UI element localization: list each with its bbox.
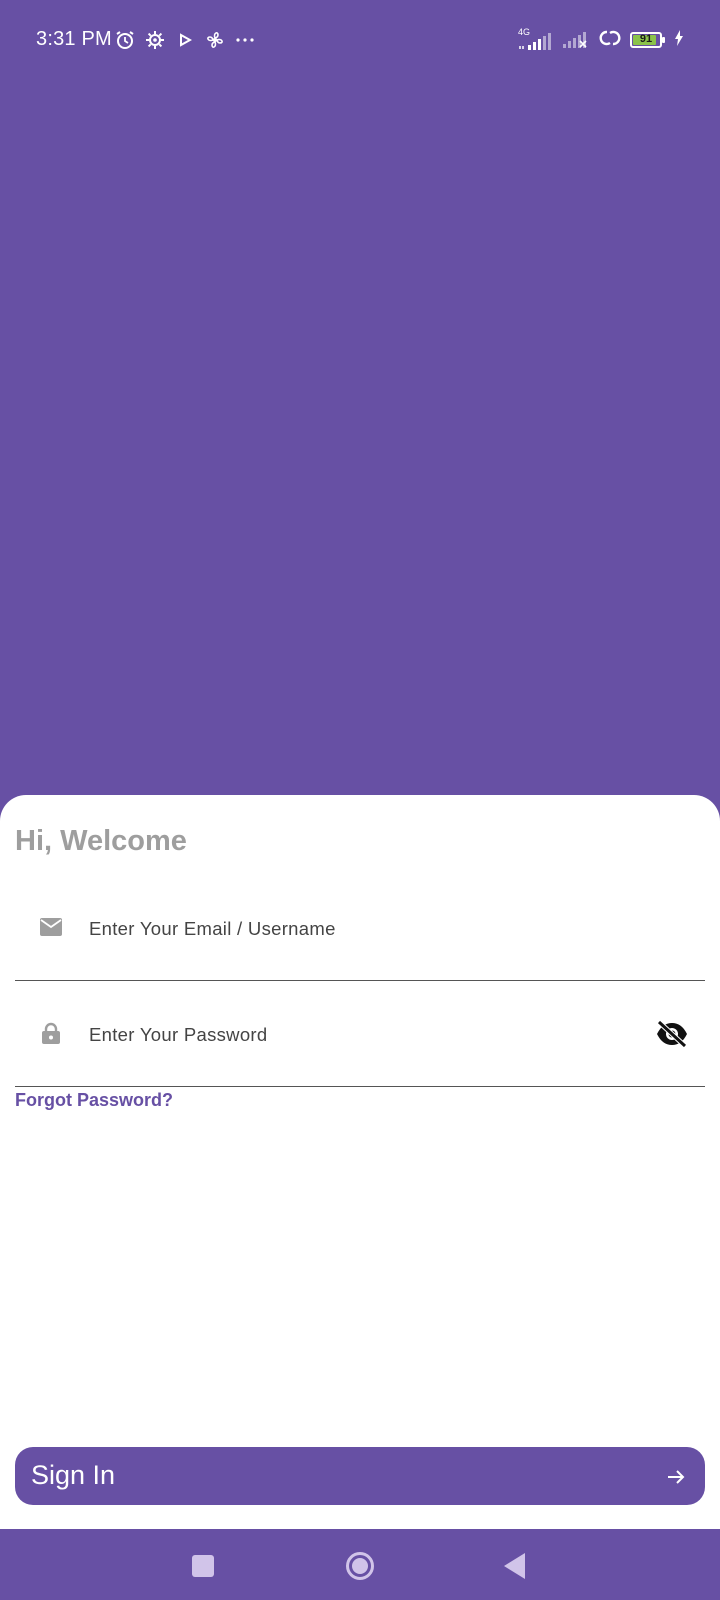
password-input[interactable] <box>87 1014 631 1056</box>
settings-gear-icon <box>144 29 166 51</box>
status-time: 3:31 PM <box>36 28 112 50</box>
more-dots-icon <box>234 29 256 51</box>
status-notification-icons <box>114 28 256 52</box>
sign-in-label: Sign In <box>31 1460 116 1490</box>
status-system-icons: 4G 91 <box>518 27 684 54</box>
link-icon <box>598 27 622 54</box>
battery-level: 91 <box>639 33 653 45</box>
visibility-off-icon[interactable] <box>654 1016 690 1052</box>
welcome-title: Hi, Welcome <box>15 825 187 857</box>
sign-in-button[interactable]: Sign In <box>15 1447 705 1505</box>
system-nav-bar <box>0 1529 720 1600</box>
email-input[interactable] <box>87 908 631 950</box>
back-triangle-icon[interactable] <box>498 1549 532 1583</box>
recents-square-icon[interactable] <box>186 1549 220 1583</box>
forgot-password-link[interactable]: Forgot Password? <box>15 1090 173 1111</box>
status-bar: 3:31 PM 4G 91 <box>0 0 720 80</box>
signal-off-icon <box>562 27 590 54</box>
home-circle-icon[interactable] <box>343 1549 377 1583</box>
fan-icon <box>204 29 226 51</box>
password-field <box>15 986 705 1087</box>
play-icon <box>174 29 196 51</box>
email-field <box>15 880 705 981</box>
battery-icon: 91 <box>630 32 665 48</box>
charging-icon <box>674 29 684 51</box>
alarm-icon <box>114 29 136 51</box>
signal-icon: 4G <box>518 27 554 51</box>
email-icon <box>40 916 62 938</box>
lock-icon <box>40 1022 62 1044</box>
arrow-right-icon <box>665 1466 687 1488</box>
